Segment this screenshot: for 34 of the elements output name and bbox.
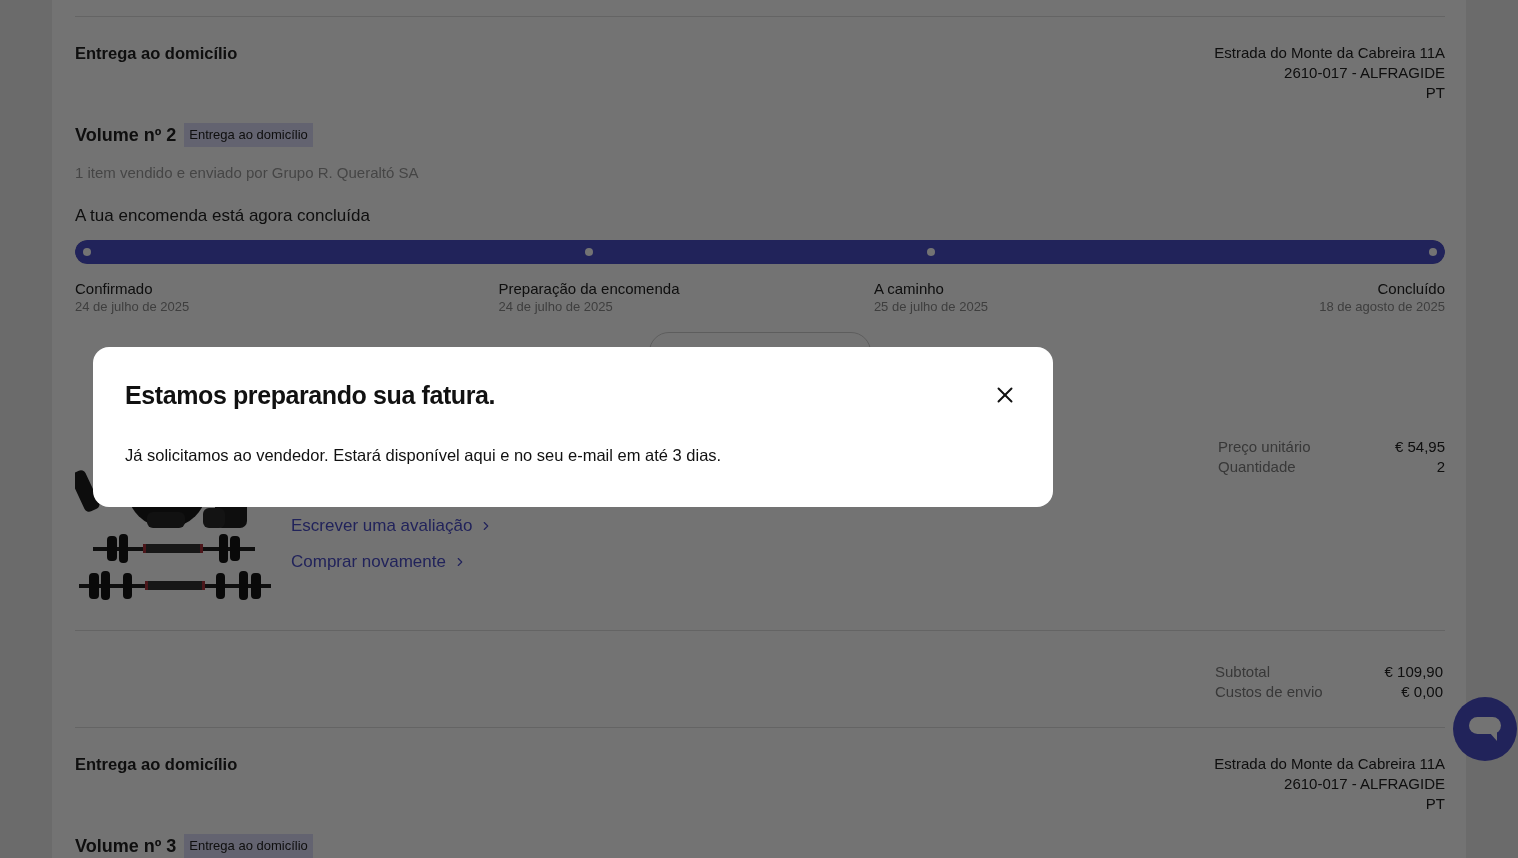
detail-label: Quantidade xyxy=(1218,457,1297,477)
delivery-title: Entrega ao domicílio xyxy=(75,43,238,63)
detail-label: Preço unitário xyxy=(1218,437,1312,457)
delivery-badge: Entrega ao domicílio xyxy=(184,123,313,147)
address-line: 2610-017 - ALFRAGIDE xyxy=(1284,63,1445,83)
step-dot xyxy=(1429,248,1437,256)
action-link[interactable]: Comprar novamente xyxy=(291,550,467,574)
detail-value: 2 xyxy=(1435,457,1445,477)
order-status-text: A tua encomenda está agora concluída xyxy=(75,205,371,227)
total-value: € 109,90 xyxy=(1384,662,1443,682)
step-name: A caminho xyxy=(873,280,944,298)
address-line: PT xyxy=(1425,794,1445,814)
dialog-message: Já solicitamos ao vendedor. Estará disponível aqui e no seu e-mail em até 3 dias. xyxy=(125,445,723,466)
total-label: Custos de envio xyxy=(1215,682,1324,702)
step-dot xyxy=(927,248,935,256)
step-name: Confirmado xyxy=(75,280,153,298)
address-line: PT xyxy=(1425,83,1445,103)
address-line: Estrada do Monte da Cabreira 11A xyxy=(1214,754,1445,774)
chat-bubble-icon xyxy=(1469,717,1501,741)
delivery-title: Entrega ao domicílio xyxy=(75,754,238,774)
dialog-title: Estamos preparando sua fatura. xyxy=(125,380,496,411)
address-line: 2610-017 - ALFRAGIDE xyxy=(1284,774,1445,794)
delivery-badge: Entrega ao domicílio xyxy=(184,834,313,858)
step-name: Concluído xyxy=(1377,280,1445,298)
volume-title: Volume nº 3 xyxy=(75,835,177,858)
detail-value: € 54,95 xyxy=(1394,437,1445,457)
total-value: € 0,00 xyxy=(1400,682,1443,702)
total-label: Subtotal xyxy=(1215,662,1272,682)
step-dot xyxy=(83,248,91,256)
action-link[interactable]: Escrever uma avaliação xyxy=(291,514,494,538)
step-name: Preparação da encomenda xyxy=(498,280,680,298)
volume-title: Volume nº 2 xyxy=(75,124,177,147)
step-dot xyxy=(585,248,593,256)
address-line: Estrada do Monte da Cabreira 11A xyxy=(1214,43,1445,63)
